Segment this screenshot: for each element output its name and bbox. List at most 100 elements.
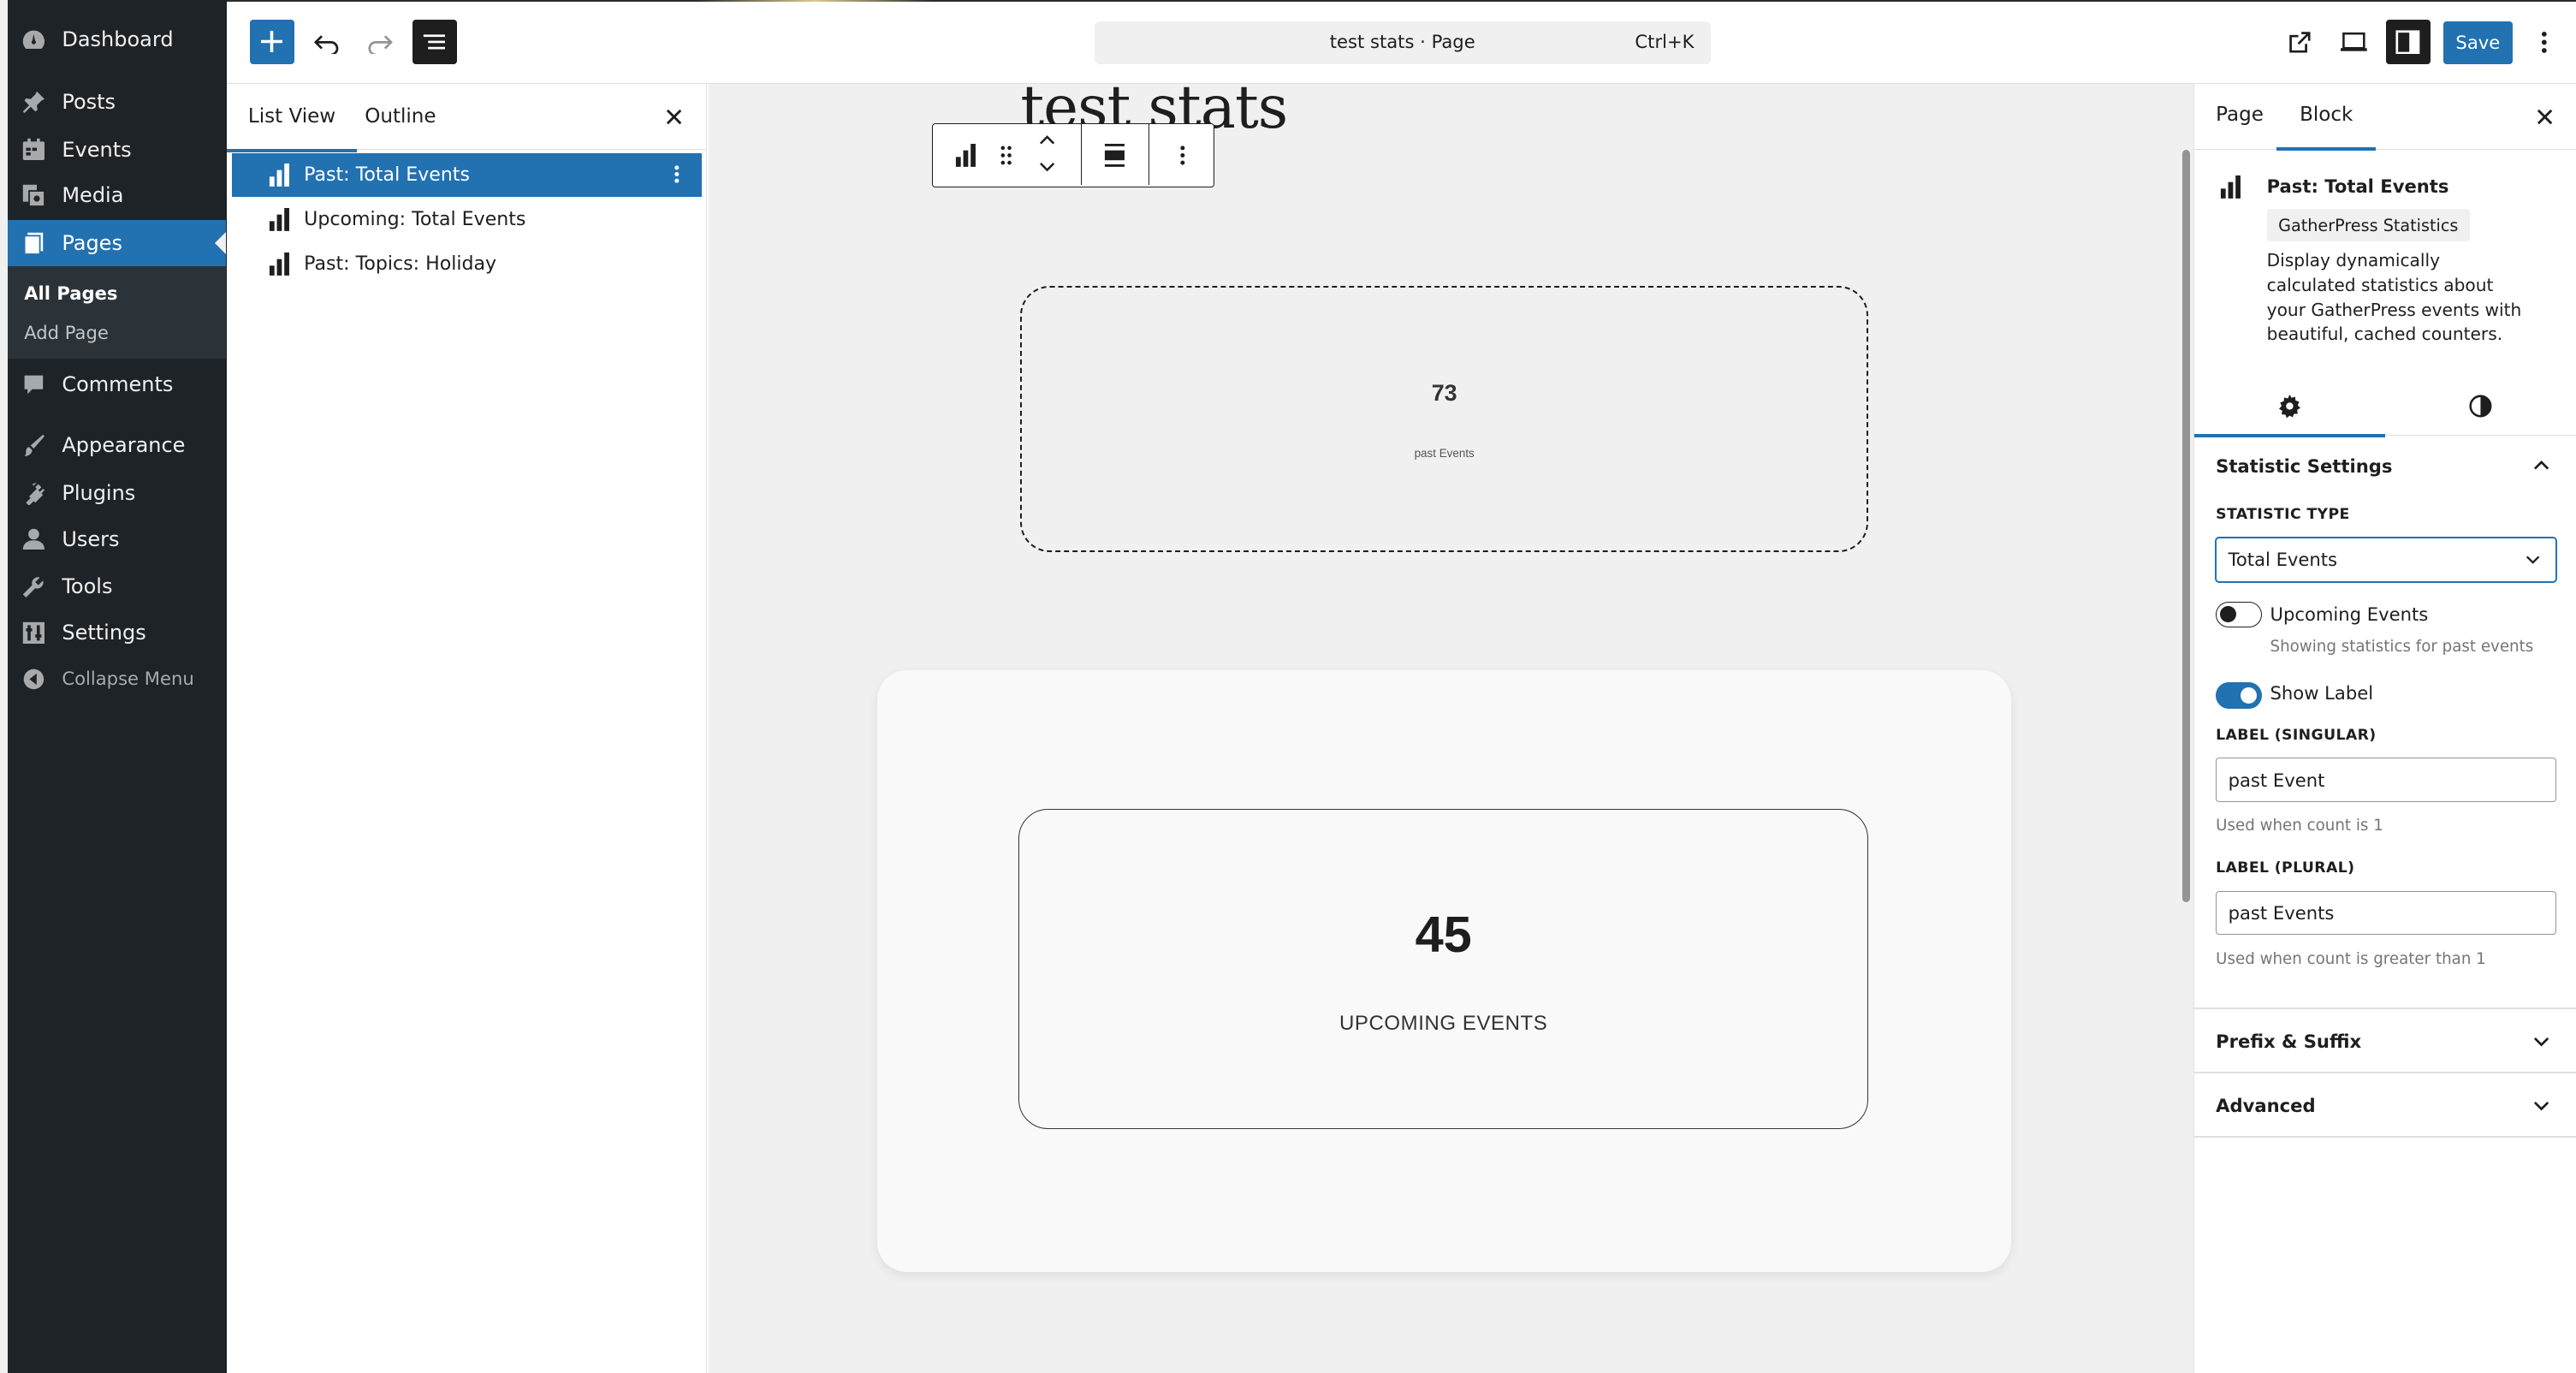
block-inserter-button[interactable] (249, 20, 294, 64)
move-down-button[interactable] (1035, 155, 1061, 178)
label-singular-input[interactable] (2216, 758, 2556, 802)
undo-button[interactable] (304, 20, 348, 64)
drag-handle-icon (1000, 146, 1012, 165)
editor-toolbar: test stats · Page Ctrl+K Save (226, 0, 2576, 84)
collapse-menu-button[interactable]: Collapse Menu (8, 656, 226, 702)
block-options-icon[interactable] (666, 163, 689, 186)
plugin-icon (21, 480, 47, 507)
media-icon (21, 182, 47, 209)
submenu-add-page[interactable]: Add Page (24, 322, 109, 343)
stat-block-upcoming-events[interactable]: 45 UPCOMING EVENTS (1018, 808, 1868, 1129)
settings-subtabs (2194, 377, 2576, 437)
menu-label: Dashboard (62, 27, 174, 52)
statistic-type-select[interactable]: Total Events (2216, 537, 2556, 582)
tab-settings[interactable] (2194, 377, 2385, 437)
close-icon (2537, 109, 2552, 124)
user-icon (21, 526, 47, 552)
tab-outline[interactable]: Outline (365, 105, 436, 128)
list-item-label: Past: Topics: Holiday (304, 253, 497, 275)
label-plural-label: LABEL (PLURAL) (2216, 859, 2355, 877)
menu-label: Appearance (62, 433, 186, 458)
upcoming-events-toggle[interactable] (2216, 601, 2262, 628)
menu-appearance[interactable]: Appearance (8, 422, 226, 468)
menu-label: Posts (62, 90, 116, 115)
stat-number: 45 (1415, 905, 1472, 963)
collapse-label: Collapse Menu (62, 668, 194, 690)
panel-divider (2194, 1071, 2576, 1073)
list-item-past-topics-holiday[interactable]: Past: Topics: Holiday (232, 241, 702, 286)
chevron-down-icon (1040, 163, 1055, 172)
block-settings-sidebar: Page Block Past: Total Events GatherPres… (2193, 83, 2576, 1373)
chevron-down-icon[interactable] (2530, 1095, 2553, 1118)
panel-prefix-suffix[interactable]: Prefix & Suffix (2216, 1031, 2361, 1052)
drag-handle[interactable] (995, 142, 1018, 169)
menu-media[interactable]: Media (8, 173, 226, 219)
menu-users[interactable]: Users (8, 516, 226, 562)
submenu-all-pages[interactable]: All Pages (24, 282, 117, 304)
menu-settings[interactable]: Settings (8, 609, 226, 656)
menu-plugins[interactable]: Plugins (8, 470, 226, 516)
tab-block[interactable]: Block (2276, 104, 2377, 149)
menu-comments[interactable]: Comments (8, 361, 226, 407)
redo-button[interactable] (359, 20, 403, 64)
stat-label: UPCOMING EVENTS (1339, 1011, 1548, 1035)
menu-dashboard[interactable]: Dashboard (8, 16, 226, 62)
label-singular-help: Used when count is 1 (2216, 817, 2383, 835)
close-list-view-button[interactable] (661, 104, 687, 130)
menu-label: Media (62, 183, 124, 208)
close-settings-button[interactable] (2531, 104, 2558, 130)
settings-icon (21, 620, 47, 646)
move-up-button[interactable] (1035, 129, 1061, 152)
chevron-up-icon[interactable] (2530, 454, 2553, 477)
list-view-icon (422, 30, 447, 55)
paintbrush-icon (21, 432, 47, 459)
chart-bar-icon (2219, 175, 2242, 199)
wrench-icon (21, 574, 47, 600)
stat-block-past-events[interactable]: 73 past Events (1020, 286, 1869, 553)
view-page-button[interactable] (2277, 20, 2322, 64)
menu-events[interactable]: Events (8, 127, 226, 173)
group-block[interactable]: 45 UPCOMING EVENTS (877, 670, 2012, 1273)
menu-label: Events (62, 137, 132, 162)
show-label-toggle[interactable] (2216, 681, 2262, 709)
panel-advanced[interactable]: Advanced (2216, 1095, 2315, 1116)
list-view-tabs: List View Outline (226, 84, 707, 151)
chart-bar-icon (955, 144, 976, 167)
canvas-scrollbar[interactable] (2181, 149, 2191, 903)
align-button[interactable] (1101, 142, 1128, 169)
menu-posts[interactable]: Posts (8, 79, 226, 125)
pages-icon (21, 230, 47, 257)
chart-bar-icon (268, 252, 291, 276)
editor-canvas: test stats 73 past Events 45 UPCOMING EV… (708, 83, 2194, 1373)
select-value: Total Events (2228, 549, 2338, 571)
list-item-upcoming-total-events[interactable]: Upcoming: Total Events (232, 197, 702, 241)
menu-label: Comments (62, 372, 174, 397)
tab-list-view[interactable]: List View (226, 105, 358, 151)
block-more-options-button[interactable] (1169, 142, 1196, 169)
close-icon (666, 109, 681, 124)
options-menu-button[interactable] (2522, 20, 2567, 64)
settings-tabs: Page Block (2194, 84, 2576, 150)
panel-statistic-settings[interactable]: Statistic Settings (2216, 455, 2392, 477)
menu-pages[interactable]: Pages (8, 220, 227, 267)
block-toolbar (931, 122, 1214, 187)
label-plural-input[interactable] (2216, 890, 2556, 936)
tab-styles[interactable] (2385, 377, 2576, 436)
dashboard-icon (21, 27, 47, 53)
list-item-past-total-events[interactable]: Past: Total Events (231, 152, 702, 198)
block-type-button[interactable] (953, 142, 979, 169)
statistic-type-label: STATISTIC TYPE (2216, 506, 2350, 524)
menu-tools[interactable]: Tools (8, 564, 226, 610)
chevron-down-icon[interactable] (2530, 1031, 2553, 1054)
tab-page[interactable]: Page (2216, 104, 2264, 126)
upcoming-events-label: Upcoming Events (2270, 603, 2429, 625)
document-overview-button[interactable] (412, 20, 457, 64)
document-title: test stats · Page (1329, 31, 1475, 53)
command-palette-bar[interactable]: test stats · Page Ctrl+K (1094, 21, 1711, 64)
block-title: Past: Total Events (2266, 175, 2449, 198)
device-preview-button[interactable] (2331, 20, 2376, 64)
chevron-up-icon (1040, 135, 1055, 145)
save-button[interactable]: Save (2443, 21, 2513, 64)
contrast-icon (2469, 395, 2492, 418)
settings-sidebar-toggle[interactable] (2385, 20, 2431, 64)
